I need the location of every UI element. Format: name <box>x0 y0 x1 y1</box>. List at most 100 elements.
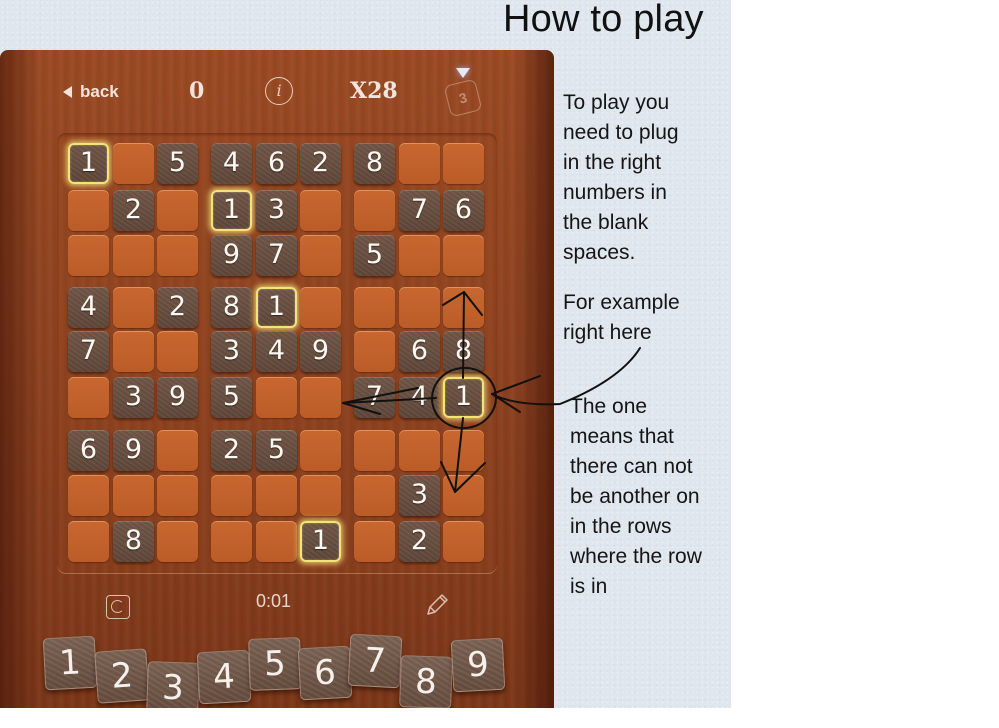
grid-cell[interactable] <box>300 190 341 231</box>
grid-cell[interactable] <box>443 475 484 516</box>
hint-button[interactable]: 3 <box>443 78 483 118</box>
grid-cell[interactable] <box>443 521 484 562</box>
grid-cell[interactable]: 1 <box>256 287 297 328</box>
grid-cell[interactable]: 3 <box>113 377 154 418</box>
grid-cell[interactable]: 4 <box>68 287 109 328</box>
grid-cell[interactable]: 4 <box>399 377 440 418</box>
grid-cell[interactable] <box>399 235 440 276</box>
grid-cell[interactable]: 1 <box>211 190 252 231</box>
grid-cell[interactable]: 9 <box>157 377 198 418</box>
grid-cell[interactable] <box>113 235 154 276</box>
number-tile-5[interactable]: 5 <box>248 637 302 691</box>
grid-cell[interactable]: 3 <box>211 331 252 372</box>
grid-cell[interactable] <box>256 377 297 418</box>
grid-cell[interactable] <box>211 475 252 516</box>
grid-cell[interactable] <box>443 430 484 471</box>
grid-cell[interactable]: 6 <box>256 143 297 184</box>
grid-cell[interactable] <box>157 521 198 562</box>
grid-cell[interactable] <box>354 521 395 562</box>
grid-cell[interactable] <box>157 475 198 516</box>
grid-cell[interactable] <box>68 377 109 418</box>
number-tile-8[interactable]: 8 <box>399 655 453 708</box>
number-tile-3[interactable]: 3 <box>146 661 200 708</box>
grid-cell[interactable]: 5 <box>211 377 252 418</box>
grid-cell[interactable] <box>300 377 341 418</box>
grid-cell[interactable] <box>443 143 484 184</box>
grid-cell[interactable]: 7 <box>256 235 297 276</box>
grid-cell[interactable]: 6 <box>443 190 484 231</box>
grid-cell[interactable]: 7 <box>68 331 109 372</box>
grid-cell[interactable]: 3 <box>399 475 440 516</box>
grid-cell[interactable]: 2 <box>211 430 252 471</box>
grid-cell[interactable] <box>399 430 440 471</box>
grid-cell[interactable] <box>354 190 395 231</box>
grid-cell[interactable] <box>211 521 252 562</box>
grid-cell[interactable] <box>300 475 341 516</box>
undo-icon <box>111 600 124 613</box>
grid-cell[interactable]: 9 <box>211 235 252 276</box>
grid-cell[interactable]: 3 <box>256 190 297 231</box>
grid-cell[interactable]: 1 <box>68 143 109 184</box>
grid-cell[interactable]: 6 <box>399 331 440 372</box>
grid-cell[interactable] <box>399 143 440 184</box>
grid-cell[interactable]: 4 <box>211 143 252 184</box>
grid-cell[interactable] <box>443 287 484 328</box>
grid-cell[interactable] <box>354 287 395 328</box>
grid-cell[interactable]: 8 <box>211 287 252 328</box>
number-tile-4[interactable]: 4 <box>196 649 252 705</box>
grid-cell[interactable] <box>113 331 154 372</box>
score: 0 <box>189 78 205 104</box>
back-button[interactable]: back <box>63 82 119 102</box>
grid-cell[interactable] <box>157 190 198 231</box>
grid-cell[interactable]: 8 <box>354 143 395 184</box>
grid-cell[interactable] <box>300 430 341 471</box>
number-tile-9[interactable]: 9 <box>450 637 506 693</box>
grid-cell[interactable]: 2 <box>113 190 154 231</box>
grid-cell[interactable] <box>354 331 395 372</box>
grid-cell[interactable]: 4 <box>256 331 297 372</box>
grid-cell[interactable] <box>113 475 154 516</box>
grid-cell[interactable] <box>68 190 109 231</box>
grid-cell[interactable] <box>300 287 341 328</box>
number-tile-7[interactable]: 7 <box>347 633 403 689</box>
instructions-paragraph-1: To play you need to plug in the right nu… <box>563 88 679 268</box>
number-tile-2[interactable]: 2 <box>94 648 150 704</box>
grid-cell[interactable] <box>399 287 440 328</box>
grid-cell[interactable] <box>68 475 109 516</box>
grid-cell[interactable] <box>113 287 154 328</box>
grid-cell[interactable]: 2 <box>399 521 440 562</box>
grid-cell[interactable] <box>300 235 341 276</box>
grid-cell[interactable]: 6 <box>68 430 109 471</box>
grid-cell[interactable] <box>354 475 395 516</box>
grid-cell[interactable] <box>68 235 109 276</box>
grid-cell[interactable]: 5 <box>157 143 198 184</box>
grid-cell[interactable]: 1 <box>443 377 484 418</box>
grid-cell[interactable]: 5 <box>354 235 395 276</box>
grid-cell[interactable] <box>256 521 297 562</box>
grid-cell[interactable]: 9 <box>300 331 341 372</box>
grid-cell[interactable]: 8 <box>113 521 154 562</box>
undo-button[interactable] <box>106 595 130 619</box>
grid-cell[interactable]: 7 <box>354 377 395 418</box>
grid-cell[interactable]: 2 <box>157 287 198 328</box>
instruction-line: For example <box>563 291 680 314</box>
grid-cell[interactable] <box>256 475 297 516</box>
grid-cell[interactable] <box>157 331 198 372</box>
grid-cell[interactable] <box>113 143 154 184</box>
info-button[interactable]: i <box>265 77 293 105</box>
grid-cell[interactable] <box>157 235 198 276</box>
grid-cell[interactable] <box>354 430 395 471</box>
grid-cell[interactable] <box>443 235 484 276</box>
grid-cell[interactable]: 1 <box>300 521 341 562</box>
grid-cell[interactable]: 5 <box>256 430 297 471</box>
grid-cell[interactable]: 2 <box>300 143 341 184</box>
number-tile-6[interactable]: 6 <box>297 645 353 701</box>
grid-cell[interactable] <box>157 430 198 471</box>
grid-cell[interactable]: 8 <box>443 331 484 372</box>
sudoku-board: back 0 i X28 3 1546282137697542817349683… <box>0 50 554 708</box>
pencil-button[interactable] <box>424 592 450 618</box>
grid-cell[interactable]: 7 <box>399 190 440 231</box>
grid-cell[interactable] <box>68 521 109 562</box>
grid-cell[interactable]: 9 <box>113 430 154 471</box>
number-tile-1[interactable]: 1 <box>42 635 98 691</box>
